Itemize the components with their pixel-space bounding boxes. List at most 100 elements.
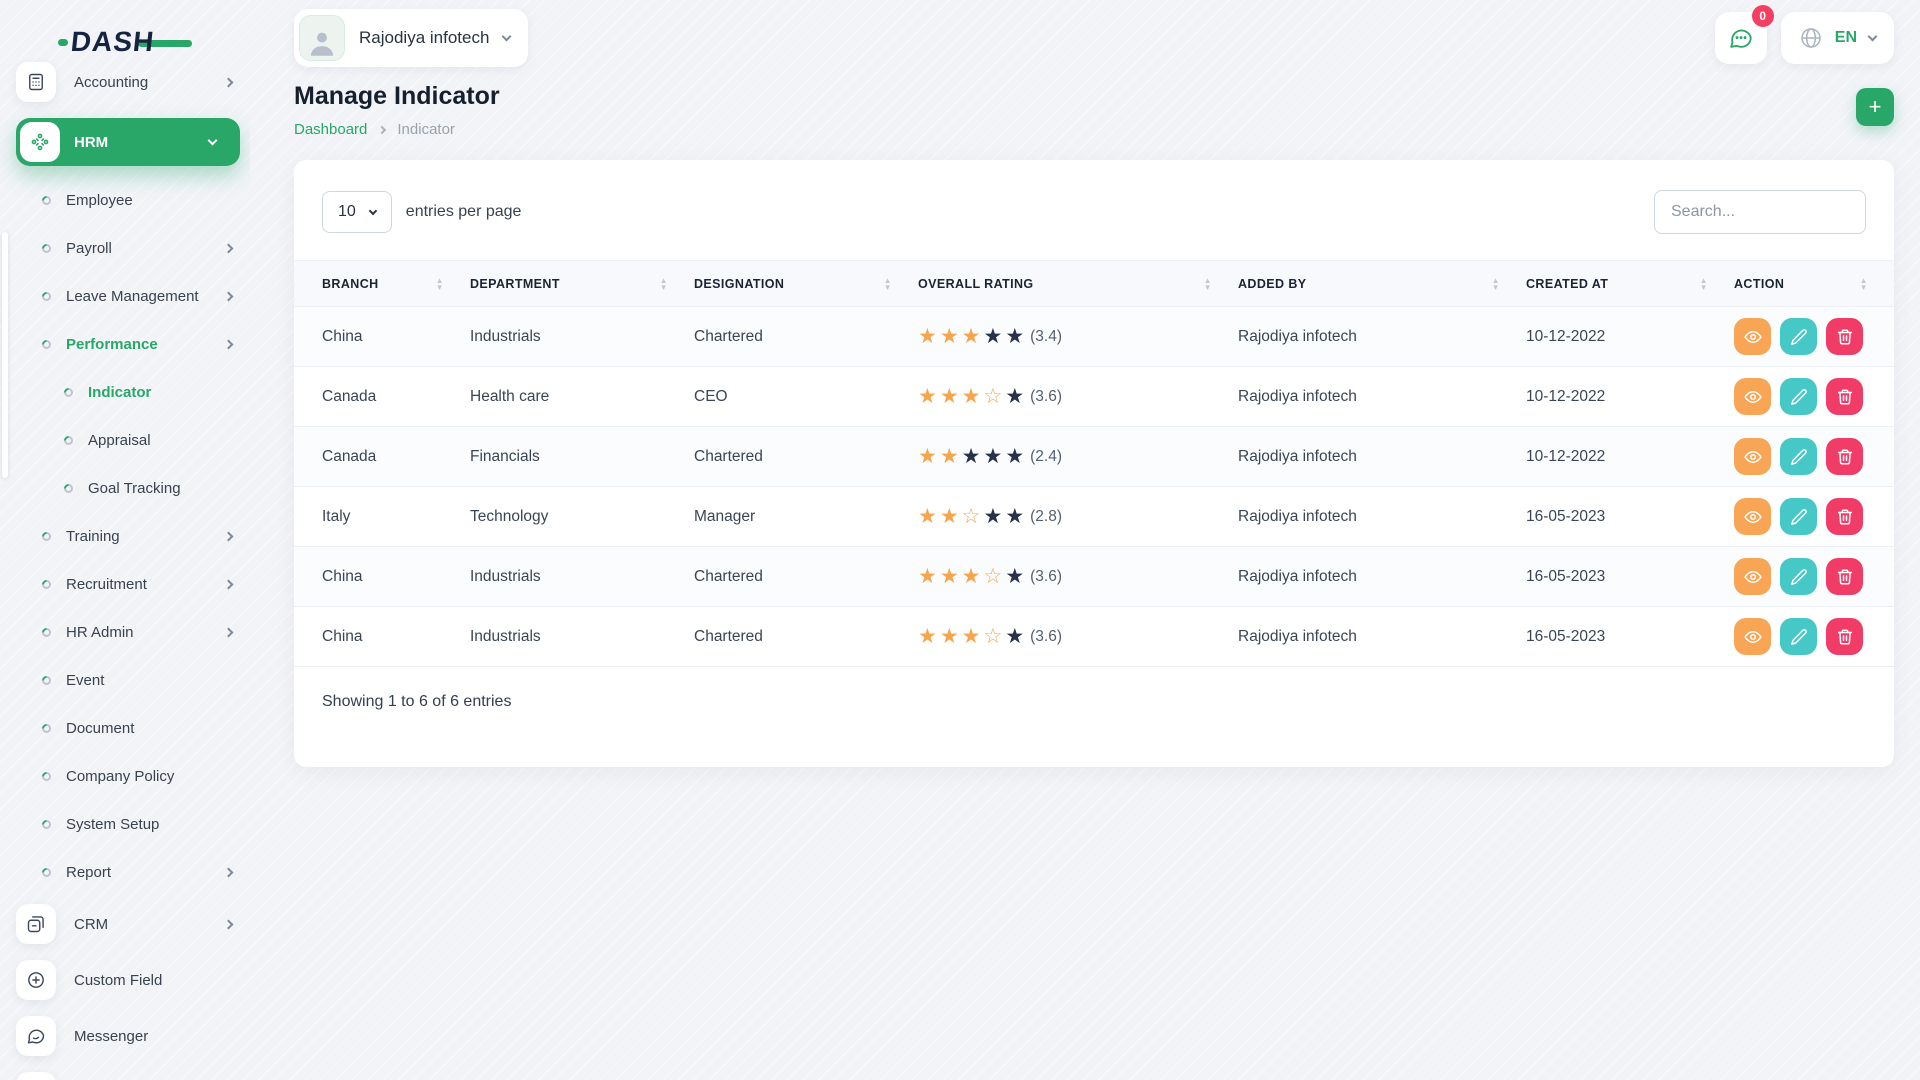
column-header-department[interactable]: DEPARTMENT▲▼: [470, 261, 694, 307]
cell-created-at: 10-12-2022: [1526, 367, 1734, 427]
sidebar-item-recruitment[interactable]: Recruitment: [16, 560, 240, 608]
edit-button[interactable]: [1780, 558, 1817, 595]
cell-action: [1734, 487, 1894, 547]
bullet-icon: [40, 242, 53, 255]
chevron-right-icon: [224, 77, 234, 87]
view-button[interactable]: [1734, 498, 1771, 535]
sidebar-item-goal-tracking[interactable]: Goal Tracking: [16, 464, 240, 512]
cell-designation: CEO: [694, 367, 918, 427]
star-full-icon: ★: [962, 626, 981, 647]
star-empty-icon: ★: [983, 326, 1002, 347]
sidebar-item-calendar[interactable]: Calendar: [16, 1064, 240, 1080]
sidebar-item-performance[interactable]: Performance: [16, 320, 240, 368]
delete-button[interactable]: [1826, 438, 1863, 475]
sidebar-item-indicator[interactable]: Indicator: [16, 368, 240, 416]
star-full-icon: ★: [962, 566, 981, 587]
edit-button[interactable]: [1780, 618, 1817, 655]
star-empty-icon: ★: [983, 446, 1002, 467]
cell-overall-rating: ★★★☆★(3.6): [918, 367, 1238, 427]
messages-button[interactable]: 0: [1715, 12, 1767, 64]
indicator-table-card: 10 entries per page BRANCH▲▼DEPARTMENT▲▼…: [294, 160, 1894, 767]
column-header-added-by[interactable]: ADDED BY▲▼: [1238, 261, 1526, 307]
sidebar-item-messenger[interactable]: Messenger: [16, 1008, 240, 1064]
rating-value: (3.6): [1030, 568, 1062, 586]
delete-button[interactable]: [1826, 318, 1863, 355]
company-name: Rajodiya infotech: [359, 28, 489, 48]
cell-branch: China: [294, 547, 470, 607]
page-size-select[interactable]: 10: [322, 191, 392, 233]
sidebar-item-label: Recruitment: [66, 576, 218, 593]
column-label: ACTION: [1734, 277, 1784, 291]
sidebar-item-report[interactable]: Report: [16, 848, 240, 896]
column-header-overall-rating[interactable]: OVERALL RATING▲▼: [918, 261, 1238, 307]
view-button[interactable]: [1734, 318, 1771, 355]
view-button[interactable]: [1734, 438, 1771, 475]
edit-button[interactable]: [1780, 498, 1817, 535]
star-half-icon: ☆: [983, 386, 1002, 407]
delete-button[interactable]: [1826, 378, 1863, 415]
brand-logo[interactable]: DASH: [0, 20, 250, 64]
star-rating: ★★★☆★(3.6): [918, 386, 1238, 407]
language-selector[interactable]: EN: [1781, 12, 1894, 64]
star-empty-icon: ★: [983, 506, 1002, 527]
sidebar-item-document[interactable]: Document: [16, 704, 240, 752]
column-label: DESIGNATION: [694, 277, 784, 291]
sidebar-item-hrm[interactable]: HRM: [16, 118, 240, 166]
star-full-icon: ★: [962, 326, 981, 347]
view-button[interactable]: [1734, 378, 1771, 415]
chevron-down-icon: [502, 32, 512, 42]
search-input[interactable]: [1654, 190, 1866, 234]
sidebar-item-payroll[interactable]: Payroll: [16, 224, 240, 272]
chevron-down-icon: [208, 136, 218, 146]
sidebar-scrollbar[interactable]: [2, 232, 8, 478]
sidebar-item-custom-field[interactable]: Custom Field: [16, 952, 240, 1008]
star-empty-icon: ★: [1005, 386, 1024, 407]
sort-icon: ▲▼: [1700, 277, 1708, 291]
column-label: ADDED BY: [1238, 277, 1306, 291]
delete-button[interactable]: [1826, 558, 1863, 595]
trash-icon: [1836, 448, 1854, 466]
star-empty-icon: ★: [1005, 506, 1024, 527]
page-content: Manage Indicator Dashboard Indicator + 1…: [250, 72, 1920, 767]
sidebar-item-leave-management[interactable]: Leave Management: [16, 272, 240, 320]
edit-button[interactable]: [1780, 318, 1817, 355]
sidebar-item-employee[interactable]: Employee: [16, 176, 240, 224]
sidebar-item-system-setup[interactable]: System Setup: [16, 800, 240, 848]
column-header-designation[interactable]: DESIGNATION▲▼: [694, 261, 918, 307]
column-label: BRANCH: [322, 277, 379, 291]
edit-button[interactable]: [1780, 378, 1817, 415]
rating-value: (2.8): [1030, 508, 1062, 526]
edit-button[interactable]: [1780, 438, 1817, 475]
view-button[interactable]: [1734, 618, 1771, 655]
sidebar-item-event[interactable]: Event: [16, 656, 240, 704]
eye-icon: [1744, 328, 1762, 346]
view-button[interactable]: [1734, 558, 1771, 595]
star-rating: ★★★☆★(3.6): [918, 566, 1238, 587]
column-header-action[interactable]: ACTION▲▼: [1734, 261, 1894, 307]
cell-overall-rating: ★★★☆★(3.6): [918, 607, 1238, 667]
bullet-icon: [40, 530, 53, 543]
rating-value: (3.4): [1030, 328, 1062, 346]
sidebar-item-appraisal[interactable]: Appraisal: [16, 416, 240, 464]
delete-button[interactable]: [1826, 618, 1863, 655]
sidebar-item-label: Accounting: [74, 74, 218, 91]
sidebar-item-label: Payroll: [66, 240, 218, 257]
company-selector[interactable]: Rajodiya infotech: [294, 9, 528, 67]
chevron-right-icon: [224, 919, 234, 929]
cell-action: [1734, 607, 1894, 667]
sidebar-item-company-policy[interactable]: Company Policy: [16, 752, 240, 800]
cell-action: [1734, 427, 1894, 487]
sidebar-item-training[interactable]: Training: [16, 512, 240, 560]
add-indicator-button[interactable]: +: [1856, 88, 1894, 126]
messages-badge: 0: [1752, 5, 1774, 27]
sidebar-item-hr-admin[interactable]: HR Admin: [16, 608, 240, 656]
delete-button[interactable]: [1826, 498, 1863, 535]
breadcrumb: Dashboard Indicator: [294, 121, 500, 138]
sidebar-item-crm[interactable]: CRM: [16, 896, 240, 952]
column-header-created-at[interactable]: CREATED AT▲▼: [1526, 261, 1734, 307]
breadcrumb-dashboard-link[interactable]: Dashboard: [294, 121, 367, 138]
app-root: DASH Accounting HRM Employee Payroll Leave M…: [0, 0, 1920, 1080]
column-header-branch[interactable]: BRANCH▲▼: [294, 261, 470, 307]
rating-value: (3.6): [1030, 388, 1062, 406]
eye-icon: [1744, 568, 1762, 586]
